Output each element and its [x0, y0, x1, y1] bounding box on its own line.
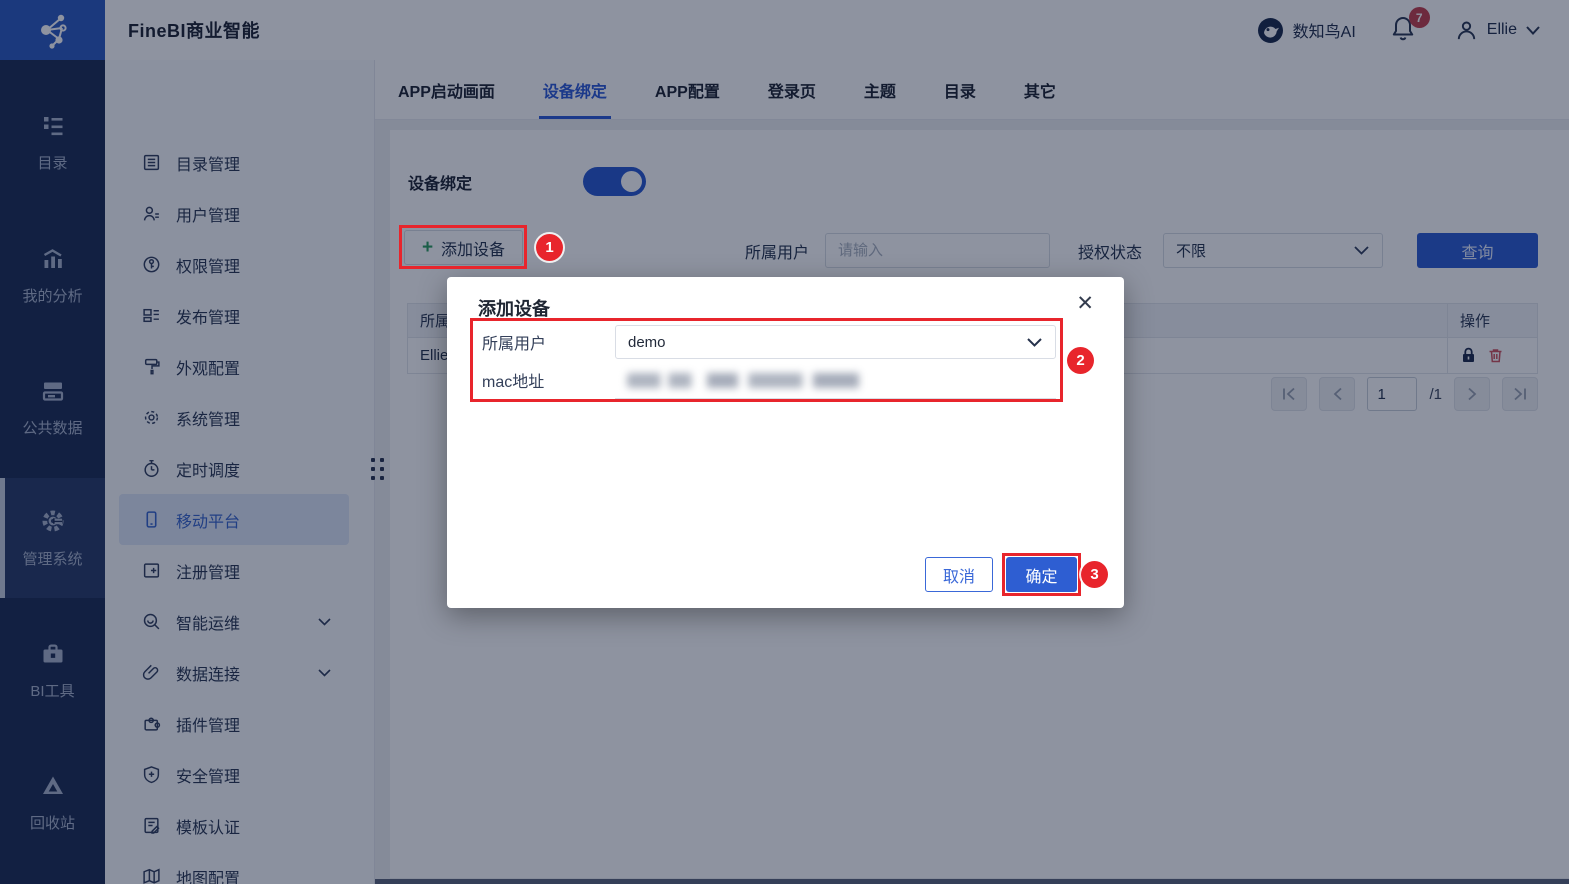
mac-address-value-redacted: [627, 373, 885, 388]
modal-mac-label: mac地址: [482, 374, 545, 391]
cancel-button[interactable]: 取消: [925, 557, 993, 592]
modal-title: 添加设备: [478, 299, 550, 319]
finebi-app: FineBI商业智能 数知鸟AI 7 Ellie 目录 我的分析 公共数据 管理…: [0, 0, 1569, 884]
modal-owner-select[interactable]: demo: [615, 325, 1056, 359]
modal-owner-value: demo: [628, 333, 666, 351]
add-device-modal: 添加设备 ✕ 所属用户 demo mac地址 取消 确定: [447, 277, 1124, 608]
modal-owner-label: 所属用户: [482, 336, 547, 353]
confirm-button[interactable]: 确定: [1006, 557, 1077, 592]
chevron-down-icon: [1026, 337, 1043, 348]
modal-mac-input[interactable]: [615, 363, 1056, 399]
close-icon[interactable]: ✕: [1076, 293, 1094, 314]
